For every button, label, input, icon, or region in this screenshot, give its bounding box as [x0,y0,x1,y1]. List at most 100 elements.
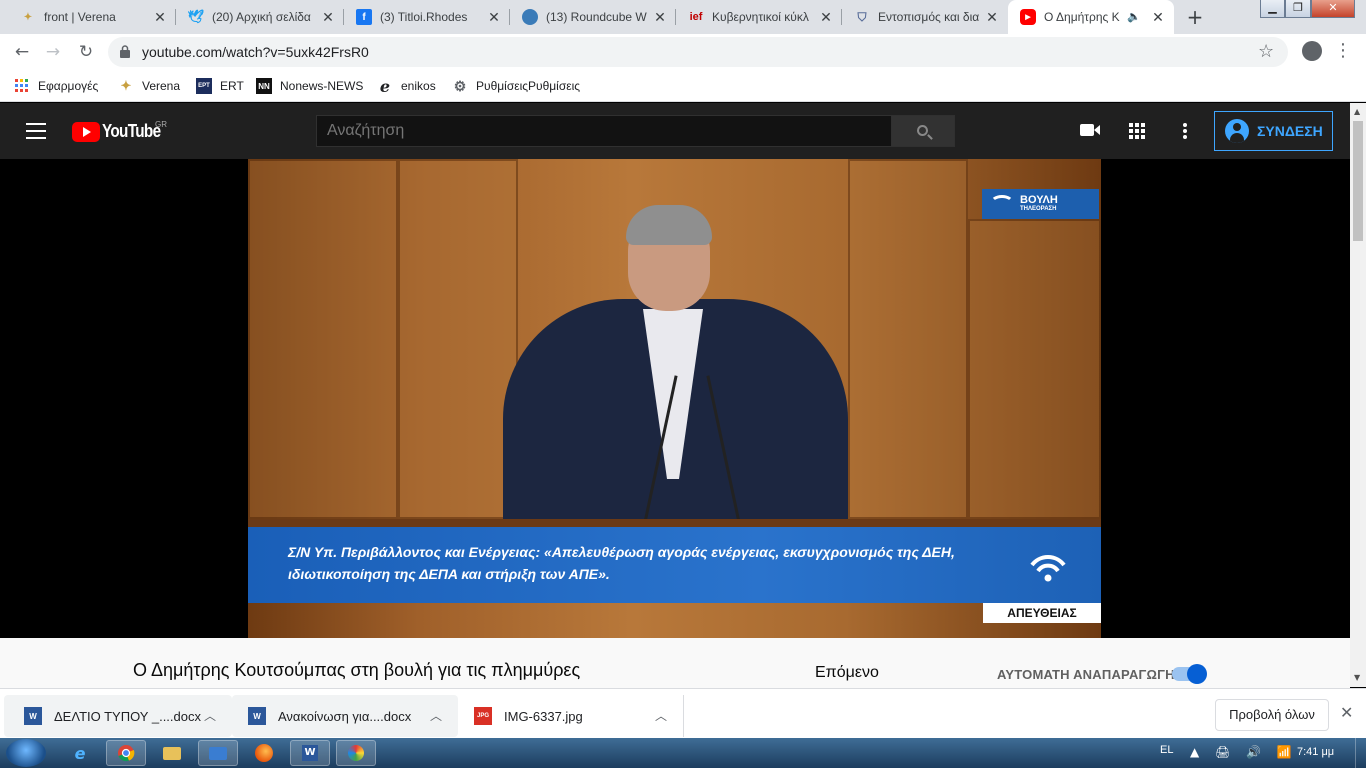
close-icon[interactable]: ✕ [652,9,668,25]
ert-icon: EPT [196,78,212,94]
maximize-button[interactable]: ❐ [1285,0,1311,18]
download-filename: ΔΕΛΤΙΟ ΤΥΠΟΥ _....docx [54,708,201,724]
start-button[interactable] [6,739,46,767]
bookmark-enikos[interactable]: e enikos [377,76,436,96]
bookmark-settings[interactable]: ⚙ ΡυθμίσειςΡυθμίσεις [452,76,580,96]
browser-toolbar: ← → ↻ youtube.com/watch?v=5uxk42FrsR0 ☆ … [0,34,1366,70]
close-icon[interactable]: ✕ [320,9,336,25]
scroll-up-arrow[interactable]: ▲ [1354,107,1360,116]
minimize-button[interactable]: ▁ [1260,0,1285,18]
show-desktop-button[interactable] [1355,738,1366,768]
news-caption: Σ/Ν Υπ. Περιβάλλοντος και Ενέργειας: «Απ… [248,527,1101,603]
signin-button[interactable]: ΣΥΝΔΕΣΗ [1214,111,1333,151]
tab-roundcube[interactable]: (13) Roundcube W ✕ [510,0,676,34]
scroll-down-arrow[interactable]: ▼ [1354,673,1360,682]
bookmark-verena[interactable]: ✦ Verena [118,76,181,96]
bookmark-label: Εφαρμογές [38,79,99,93]
bookmark-label: ERT [220,79,244,93]
guide-menu-icon[interactable] [26,123,46,139]
bookmark-nonews[interactable]: NN Nonews-NEWS [256,76,363,96]
bookmark-star-icon[interactable]: ☆ [1258,41,1274,62]
wood-panel [248,159,398,519]
close-icon[interactable]: ✕ [818,9,834,25]
system-tray[interactable]: ▲ 🖨 🔊 📶 [1190,745,1298,759]
chevron-up-icon[interactable]: ︿ [430,707,442,724]
broadcast-wave-icon [1030,555,1066,582]
bookmark-ert[interactable]: EPT ERT [196,76,244,96]
tab-ief[interactable]: ief Κυβερνητικοί κύκλ ✕ [676,0,842,34]
search-button[interactable] [891,115,955,147]
search-icon [917,125,928,136]
bookmark-label: Nonews-NEWS [280,79,364,93]
create-video-icon[interactable] [1080,124,1100,136]
chevron-up-icon[interactable]: ︿ [204,707,216,724]
download-item[interactable]: JPG IMG-6337.jpg ︿ [458,695,684,737]
download-item[interactable]: W ΔΕΛΤΙΟ ΤΥΠΟΥ _....docx ︿ [4,695,232,737]
tab-shield[interactable]: ⛉ Εντοπισμός και δια ✕ [842,0,1008,34]
paint-icon[interactable] [336,740,376,766]
explorer-icon[interactable] [152,740,192,766]
back-button[interactable]: ← [9,39,35,65]
chrome-menu-icon[interactable]: ⋮ [1334,40,1352,61]
bookmarks-bar: Εφαρμογές ✦ Verena EPT ERT NN Nonews-NEW… [0,70,1366,102]
bookmark-label: ΡυθμίσειςΡυθμίσεις [476,79,581,93]
wood-panel [848,159,968,519]
forward-button[interactable]: → [40,39,66,65]
new-tab-button[interactable]: + [1181,4,1209,32]
close-icon[interactable]: ✕ [1150,9,1166,25]
address-bar[interactable]: youtube.com/watch?v=5uxk42FrsR0 ☆ [108,37,1288,67]
download-item[interactable]: W Ανακοίνωση για....docx ︿ [232,695,458,737]
video-player[interactable]: ΒΟΥΛΗ ΤΗΛΕΟΡΑΣΗ Σ/Ν Υπ. Περιβάλλοντος κα… [0,159,1350,638]
language-indicator[interactable]: EL [1160,744,1173,756]
windows-taskbar: e W EL ▲ 🖨 🔊 📶 7:41 μμ [0,738,1366,768]
tab-twitter[interactable]: 🕊 (20) Αρχική σελίδα ✕ [176,0,344,34]
page-scrollbar[interactable]: ▲ ▼ [1350,103,1366,687]
bookmark-label: Verena [142,79,181,93]
nn-icon: NN [256,78,272,94]
enikos-icon: e [379,76,391,96]
video-frame[interactable]: ΒΟΥΛΗ ΤΗΛΕΟΡΑΣΗ Σ/Ν Υπ. Περιβάλλοντος κα… [248,159,1101,638]
caption-line1: Σ/Ν Υπ. Περιβάλλοντος και Ενέργειας: «Απ… [288,544,955,560]
profile-avatar[interactable] [1302,41,1322,61]
youtube-play-icon [72,121,100,142]
close-icon[interactable]: ✕ [486,9,502,25]
youtube-wordmark: YouTube [102,121,161,141]
youtube-header: YouTube GR ΣΥΝΔΕΣΗ [0,103,1350,159]
tab-facebook[interactable]: f (3) Titloi.Rhodes ✕ [344,0,510,34]
bookmark-apps[interactable]: Εφαρμογές [14,76,98,96]
tab-verena[interactable]: ✦ front | Verena ✕ [8,0,176,34]
scroll-thumb[interactable] [1353,121,1363,241]
clock[interactable]: 7:41 μμ [1297,746,1334,758]
show-all-downloads-button[interactable]: Προβολή όλων [1215,699,1329,731]
search-input[interactable] [316,115,892,147]
window-close-button[interactable]: ✕ [1311,0,1355,18]
live-badge: ΑΠΕΥΘΕΙΑΣ [983,603,1101,623]
outlook-icon[interactable] [198,740,238,766]
tab-title: (13) Roundcube W [546,10,647,24]
apps-icon[interactable] [1129,123,1145,139]
roundcube-icon [522,9,538,25]
tab-youtube-active[interactable]: ▶ Ο Δημήτρης Κ 🔈 ✕ [1008,0,1174,34]
lock-icon[interactable] [120,45,130,58]
reload-button[interactable]: ↻ [73,39,99,65]
settings-more-icon[interactable] [1183,123,1187,139]
close-icon[interactable]: ✕ [1340,703,1353,722]
wood-panel [398,159,518,519]
tab-title: Εντοπισμός και δια [878,10,980,24]
chrome-icon[interactable] [106,740,146,766]
chevron-up-icon[interactable]: ︿ [655,707,667,724]
verena-icon: ✦ [120,78,132,93]
autoplay-toggle-knob[interactable] [1187,664,1207,684]
word-icon[interactable]: W [290,740,330,766]
ie-icon[interactable]: e [60,740,100,766]
logo-line2: ΤΗΛΕΟΡΑΣΗ [1020,206,1057,212]
tab-title: Κυβερνητικοί κύκλ [712,10,809,24]
autoplay-label: ΑΥΤΟΜΑΤΗ ΑΝΑΠΑΡΑΓΩΓΗ [997,667,1175,682]
close-icon[interactable]: ✕ [152,9,168,25]
apps-grid-icon [14,78,30,94]
firefox-icon[interactable] [244,740,284,766]
url-text: youtube.com/watch?v=5uxk42FrsR0 [142,44,369,60]
close-icon[interactable]: ✕ [984,9,1000,25]
speaker-icon[interactable]: 🔈 [1126,9,1142,25]
word-doc-icon: W [24,707,42,725]
